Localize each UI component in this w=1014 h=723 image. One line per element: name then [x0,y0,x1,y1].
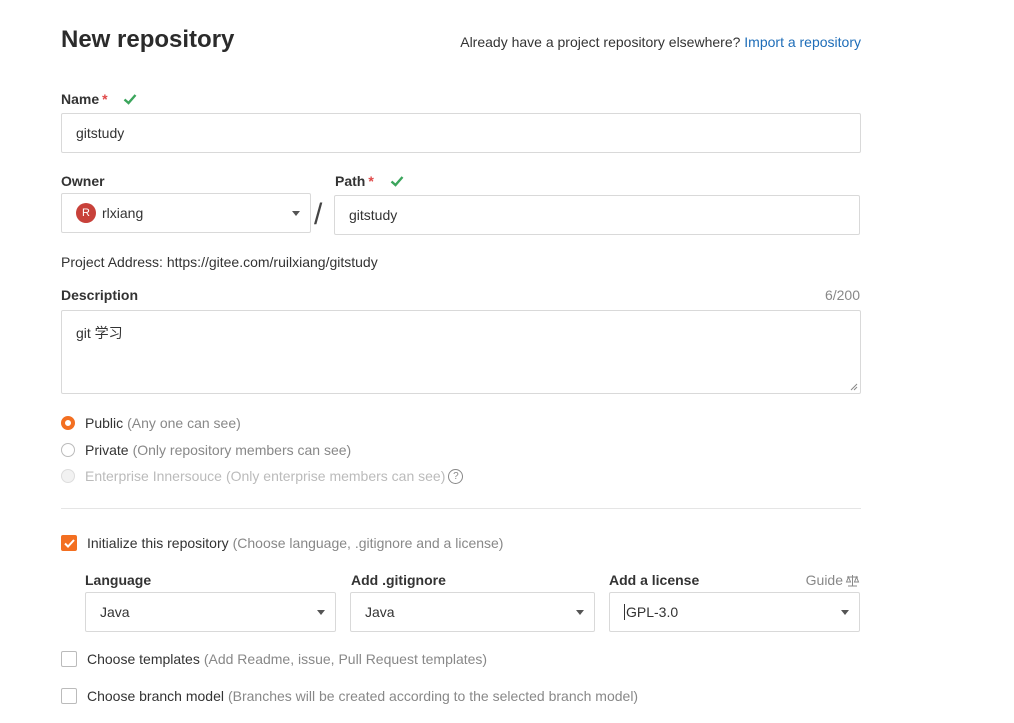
help-icon[interactable]: ? [448,468,464,484]
initialize-hint: (Choose language, .gitignore and a licen… [232,535,504,551]
import-prompt-text: Already have a project repository elsewh… [460,34,741,50]
chevron-down-icon [841,610,849,615]
gitignore-select-value: Java [365,604,395,620]
gitignore-select[interactable]: Java [350,592,595,632]
private-hint: (Only repository members can see) [132,442,352,458]
name-input[interactable]: gitstudy [61,113,861,153]
choose-templates[interactable]: Choose templates (Add Readme, issue, Pul… [61,651,487,667]
owner-select-value: rlxiang [102,205,144,221]
templates-hint: (Add Readme, issue, Pull Request templat… [203,651,488,667]
path-required-mark: * [368,173,374,189]
owner-label: Owner [61,173,105,189]
branch-model-checkbox[interactable] [61,688,77,704]
enterprise-radio [61,469,75,483]
owner-avatar: R [76,203,96,223]
language-select[interactable]: Java [85,592,336,632]
visibility-public[interactable]: Public (Any one can see) [61,415,241,431]
scale-balance-icon [845,574,860,586]
initialize-label: Initialize this repository [87,535,229,551]
private-label: Private [85,442,129,458]
public-label: Public [85,415,124,431]
page-title: New repository [61,26,235,53]
path-valid-check-icon [390,176,404,187]
guide-text: Guide [805,572,843,588]
owner-select[interactable]: R rlxiang [61,193,311,233]
license-select[interactable]: GPL-3.0 [609,592,860,632]
license-guide-link[interactable]: Guide [806,572,860,588]
private-radio[interactable] [61,443,75,457]
public-hint: (Any one can see) [127,415,241,431]
resize-handle-icon[interactable] [850,383,858,391]
initialize-repository[interactable]: Initialize this repository (Choose langu… [61,535,503,551]
name-required-mark: * [102,91,108,107]
branch-model-label: Choose branch model [87,688,224,704]
language-label: Language [85,572,152,588]
chevron-down-icon [317,610,325,615]
license-select-value: GPL-3.0 [624,604,679,620]
license-label: Add a license [609,572,700,588]
name-valid-check-icon [124,94,137,105]
enterprise-hint: (Only enterprise members can see) [225,468,446,484]
choose-branch-model[interactable]: Choose branch model (Branches will be cr… [61,688,638,704]
name-label: Name * [61,91,137,107]
path-label: Path * [335,173,404,189]
description-label: Description [61,287,139,303]
initialize-checkbox[interactable] [61,535,77,551]
branch-model-hint: (Branches will be created according to t… [227,688,639,704]
checkmark-icon [63,538,75,548]
import-prompt: Already have a project repository elsewh… [460,34,861,50]
path-input-value: gitstudy [349,207,398,223]
name-label-text: Name [61,91,100,107]
visibility-private[interactable]: Private (Only repository members can see… [61,442,351,458]
path-input[interactable]: gitstudy [334,195,860,235]
description-textarea[interactable]: git 学习 [61,310,861,394]
section-divider [61,508,861,509]
templates-checkbox[interactable] [61,651,77,667]
enterprise-label: Enterprise Innersouce [85,468,222,484]
gitignore-label: Add .gitignore [351,572,446,588]
description-value: git 学习 [76,325,123,341]
visibility-enterprise: Enterprise Innersouce (Only enterprise m… [61,468,464,484]
language-select-value: Java [100,604,130,620]
project-address: Project Address: https://gitee.com/ruilx… [61,254,378,270]
owner-path-separator: / [314,198,323,231]
chevron-down-icon [292,211,300,216]
name-input-value: gitstudy [76,125,125,141]
templates-label: Choose templates [87,651,200,667]
import-repository-link[interactable]: Import a repository [744,34,861,50]
description-char-counter: 6/200 [824,287,860,303]
public-radio[interactable] [61,416,75,430]
path-label-text: Path [335,173,366,189]
chevron-down-icon [576,610,584,615]
